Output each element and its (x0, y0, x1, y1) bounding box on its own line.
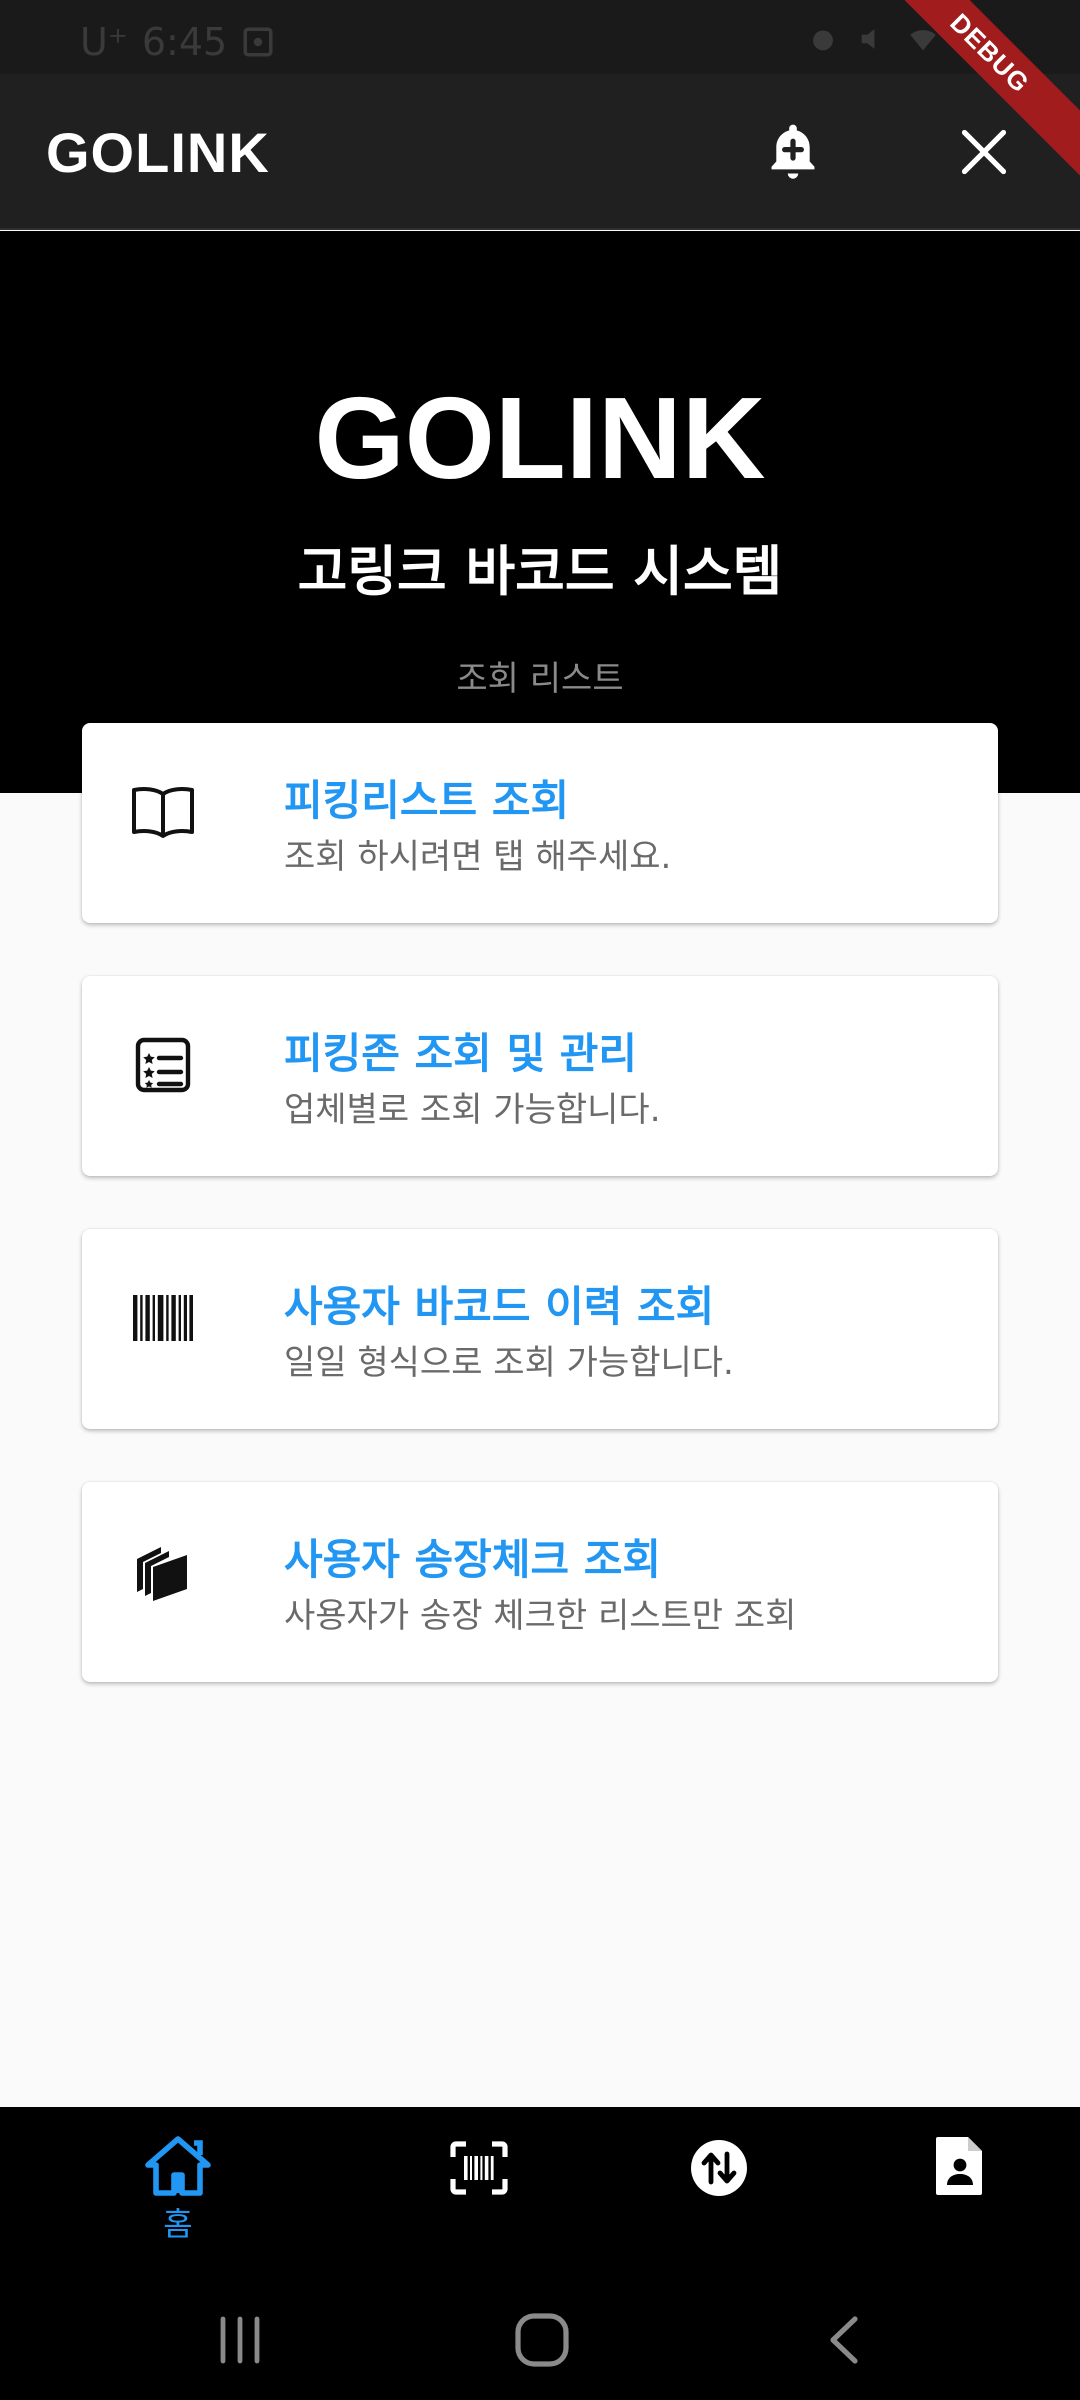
swap-vertical-icon (691, 2140, 747, 2196)
card-subtitle: 일일 형식으로 조회 가능합니다. (284, 1343, 734, 1383)
nav-home[interactable]: 홈 (118, 2135, 238, 2255)
card-title: 사용자 송장체크 조회 (284, 1535, 662, 1584)
nav-home-label: 홈 (163, 2205, 193, 2243)
card-title: 피킹존 조회 및 관리 (284, 1029, 637, 1078)
hero-title: GOLINK (314, 373, 766, 503)
card-picking-list[interactable]: 피킹리스트 조회 조회 하시려면 탭 해주세요. (82, 723, 998, 923)
carrier-label: U⁺ (80, 20, 128, 64)
bottom-navigation: 홈 (0, 2107, 1080, 2280)
home-icon (145, 2136, 211, 2196)
app-title: GOLINK (46, 121, 270, 184)
bell-plus-icon (771, 124, 815, 179)
card-title: 사용자 바코드 이력 조회 (284, 1282, 715, 1331)
card-subtitle: 조회 하시려면 탭 해주세요. (284, 837, 672, 877)
card-subtitle: 사용자가 송장 체크한 리스트만 조회 (284, 1596, 797, 1636)
card-invoice-check[interactable]: 사용자 송장체크 조회 사용자가 송장 체크한 리스트만 조회 (82, 1482, 998, 1682)
clock: 6:45 (141, 20, 228, 64)
app-bar: GOLINK (0, 74, 1080, 230)
barcode-icon (126, 1281, 200, 1355)
home-square-icon (515, 2313, 569, 2367)
card-picking-zone[interactable]: 피킹존 조회 및 관리 업체별로 조회 가능합니다. (82, 976, 998, 1176)
recent-apps-button[interactable] (200, 2308, 280, 2372)
notification-icon (243, 27, 273, 57)
card-subtitle: 업체별로 조회 가능합니다. (284, 1090, 661, 1130)
add-alarm-button[interactable] (753, 112, 833, 192)
system-navigation-bar (0, 2280, 1080, 2400)
card-barcode-history[interactable]: 사용자 바코드 이력 조회 일일 형식으로 조회 가능합니다. (82, 1229, 998, 1429)
documents-stack-icon (126, 1534, 200, 1608)
nav-user-document[interactable] (900, 2135, 1020, 2255)
back-chevron-icon (830, 2316, 858, 2364)
person-document-icon (936, 2137, 982, 2195)
nav-transfer[interactable] (659, 2135, 779, 2255)
close-button[interactable] (944, 112, 1024, 192)
barcode-scan-icon (450, 2141, 508, 2195)
card-title: 피킹리스트 조회 (284, 776, 570, 825)
mute-icon (861, 29, 875, 49)
section-caption: 조회 리스트 (456, 659, 624, 699)
star-list-icon (126, 1028, 200, 1102)
back-button[interactable] (805, 2308, 885, 2372)
hero-subtitle: 고링크 바코드 시스템 (297, 540, 783, 603)
close-icon (961, 129, 1007, 175)
home-system-button[interactable] (502, 2308, 582, 2372)
open-book-icon (126, 775, 200, 849)
hero-header: GOLINK 고링크 바코드 시스템 조회 리스트 (0, 231, 1080, 793)
alarm-icon (813, 30, 833, 51)
nav-barcode-scan[interactable] (419, 2135, 539, 2255)
recent-apps-icon (220, 2316, 260, 2364)
